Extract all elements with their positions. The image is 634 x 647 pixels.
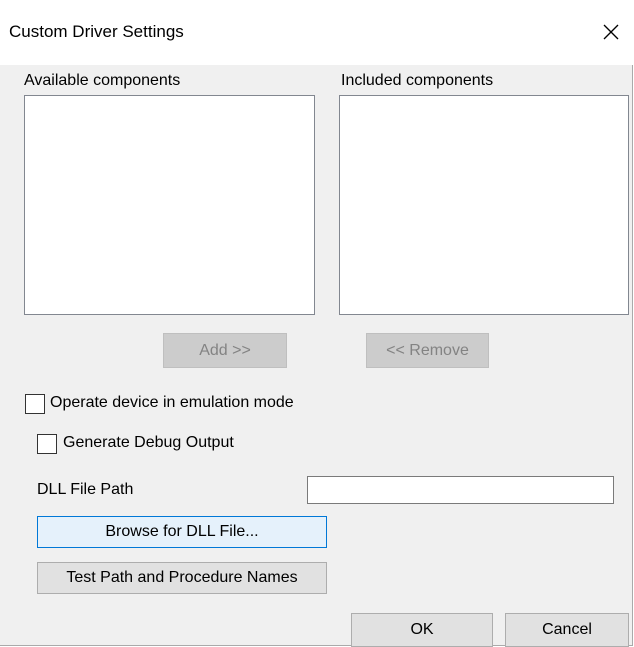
browse-dll-button[interactable]: Browse for DLL File...: [37, 516, 327, 548]
cancel-button[interactable]: Cancel: [505, 613, 629, 647]
add-button[interactable]: Add >>: [163, 333, 287, 368]
remove-button[interactable]: << Remove: [366, 333, 489, 368]
dialog-title: Custom Driver Settings: [9, 22, 184, 41]
close-button[interactable]: [593, 14, 629, 50]
debug-output-checkbox[interactable]: [37, 434, 57, 454]
close-icon: [603, 24, 619, 40]
dll-file-path-input[interactable]: [307, 476, 614, 504]
dialog-window: Custom Driver Settings Available compone…: [0, 0, 633, 647]
title-bar[interactable]: Custom Driver Settings: [0, 0, 633, 65]
included-components-list[interactable]: [339, 95, 629, 315]
included-components-label: Included components: [341, 72, 494, 89]
emulation-mode-checkbox[interactable]: [25, 394, 45, 414]
available-components-label: Available components: [24, 72, 181, 89]
dll-file-path-label: DLL File Path: [37, 481, 134, 498]
test-path-button[interactable]: Test Path and Procedure Names: [37, 562, 327, 594]
emulation-mode-label[interactable]: Operate device in emulation mode: [50, 394, 294, 412]
ok-button[interactable]: OK: [351, 613, 493, 647]
debug-output-label[interactable]: Generate Debug Output: [63, 434, 234, 452]
available-components-list[interactable]: [24, 95, 315, 315]
